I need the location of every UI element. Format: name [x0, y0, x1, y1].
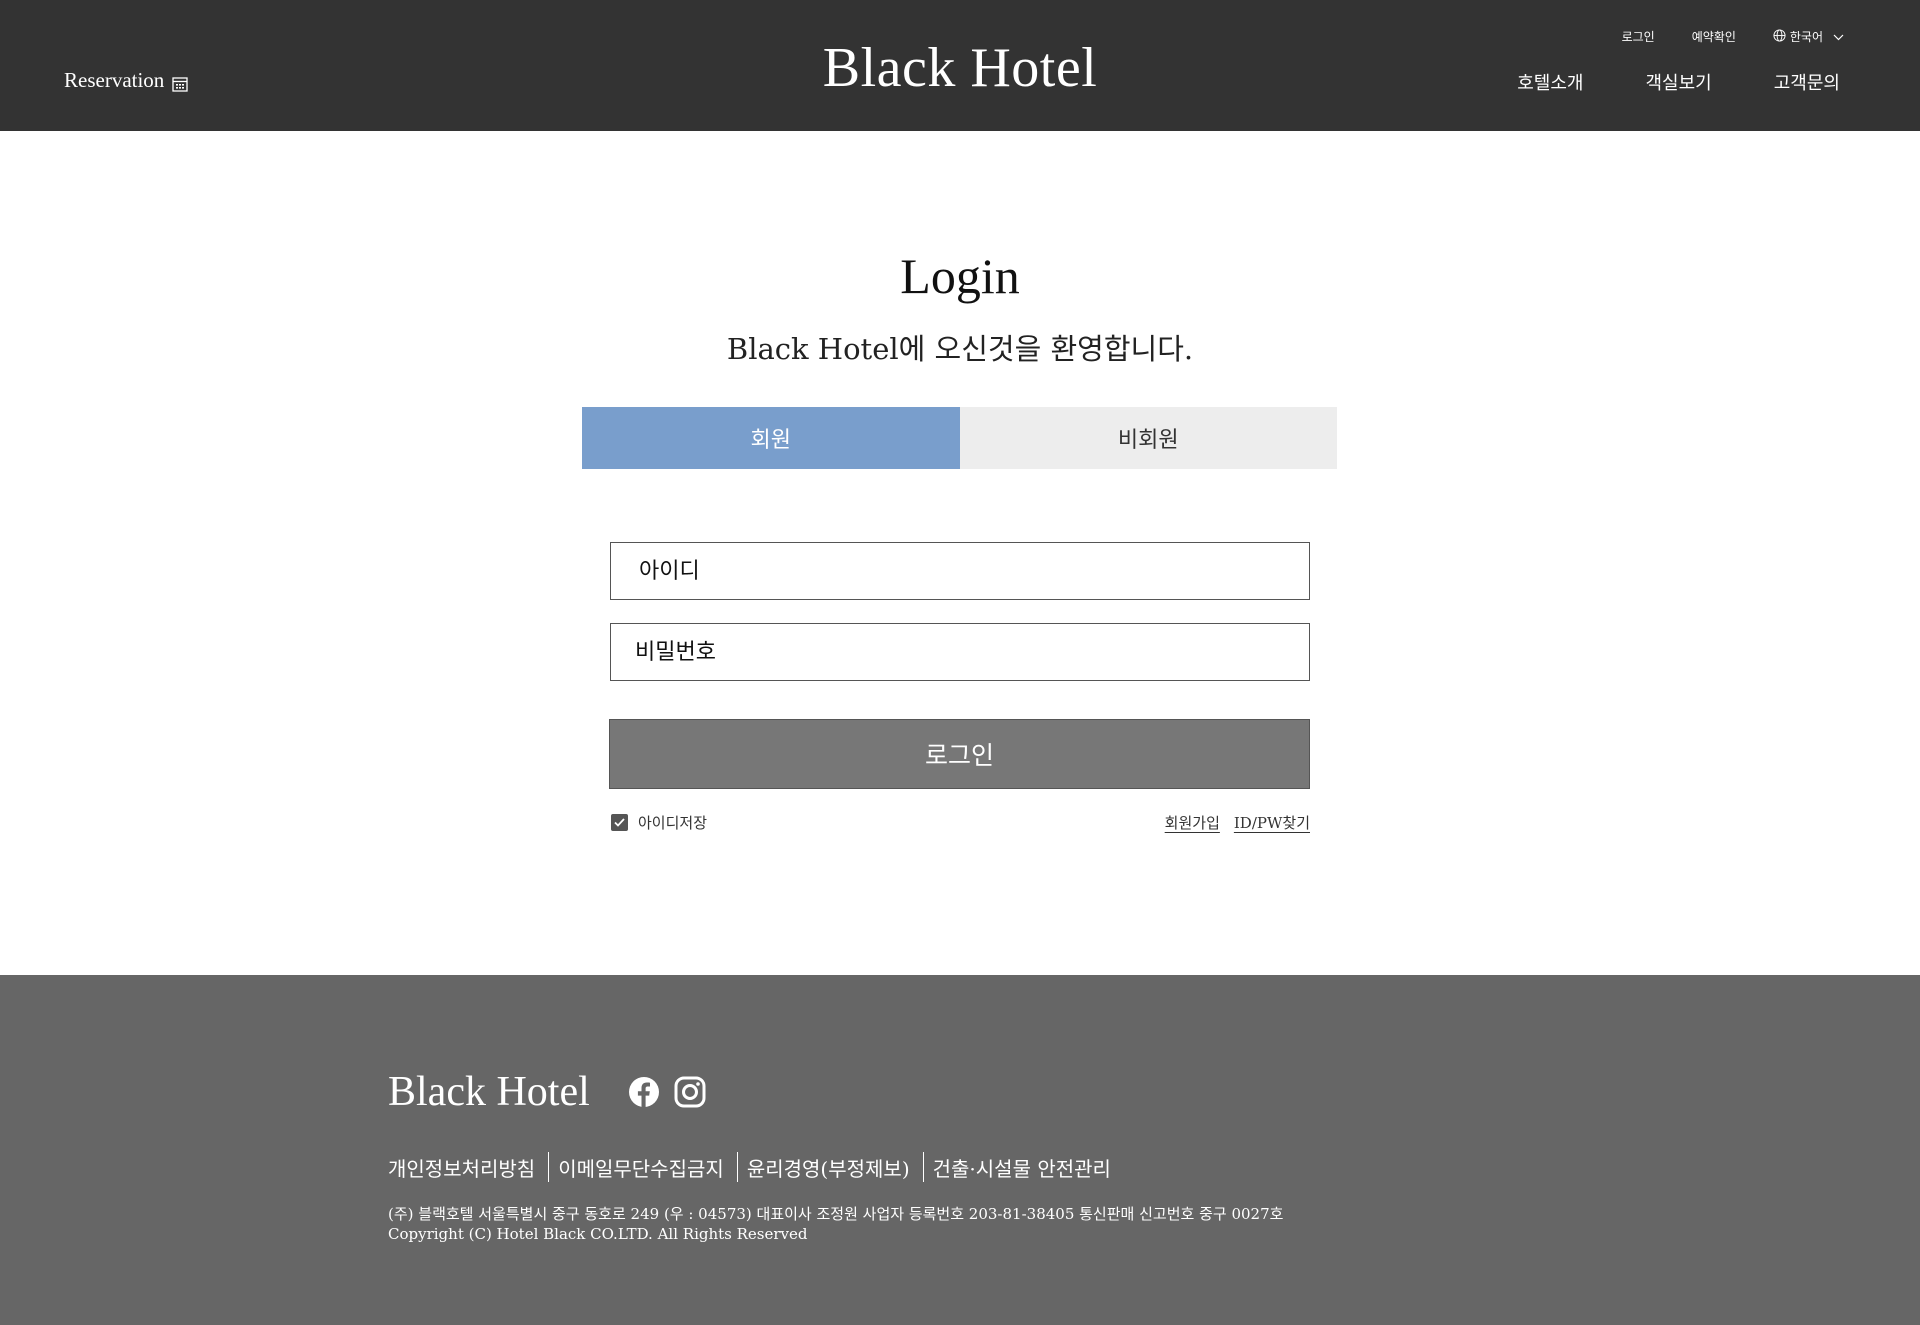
login-button[interactable]: 로그인: [609, 719, 1310, 789]
site-footer: Black Hotel 개인정보처리방침 이메일무단수집금지 윤리경영(부정제보…: [0, 975, 1920, 1325]
checkbox-checked-icon: [611, 814, 628, 831]
nav-item-hotel-intro[interactable]: 호텔소개: [1517, 69, 1583, 95]
save-id-label: 아이디저장: [638, 814, 708, 832]
account-links: 회원가입 ID/PW찾기: [1165, 812, 1310, 833]
divider: [736, 1152, 738, 1182]
login-tabs: 회원 비회원: [582, 407, 1337, 469]
footer-link-ethics[interactable]: 윤리경영(부정제보): [747, 1153, 910, 1182]
company-info: (주) 블랙호텔 서울특별시 중구 동호로 249 (우 : 04573) 대표…: [388, 1204, 1283, 1244]
find-id-pw-link[interactable]: ID/PW찾기: [1234, 812, 1310, 833]
signup-link[interactable]: 회원가입: [1165, 812, 1220, 833]
util-reservation-check-link[interactable]: 예약확인: [1692, 28, 1736, 45]
chevron-down-icon: [1833, 30, 1844, 44]
instagram-icon[interactable]: [674, 1076, 706, 1112]
footer-logo: Black Hotel: [388, 1069, 590, 1115]
login-section: Login Black Hotel에 오신것을 환영합니다. 회원 비회원 로그…: [0, 131, 1920, 976]
nav-item-rooms[interactable]: 객실보기: [1646, 69, 1712, 95]
language-selector[interactable]: 한국어: [1773, 28, 1844, 45]
password-input[interactable]: [610, 623, 1310, 681]
language-label: 한국어: [1789, 30, 1823, 44]
footer-link-email-policy[interactable]: 이메일무단수집금지: [558, 1153, 724, 1182]
save-id-checkbox[interactable]: 아이디저장: [611, 812, 707, 833]
social-links: [628, 1076, 706, 1112]
globe-icon: [1773, 28, 1786, 45]
util-login-link[interactable]: 로그인: [1622, 28, 1655, 45]
footer-link-privacy[interactable]: 개인정보처리방침: [388, 1153, 535, 1182]
footer-policy-links: 개인정보처리방침 이메일무단수집금지 윤리경영(부정제보) 건출·시설물 안전관…: [388, 1152, 1111, 1182]
divider: [548, 1152, 550, 1182]
divider: [922, 1152, 924, 1182]
main-nav: 호텔소개 객실보기 고객문의: [1517, 69, 1840, 95]
tab-member[interactable]: 회원: [582, 407, 960, 469]
facebook-icon[interactable]: [628, 1076, 660, 1112]
tab-non-member[interactable]: 비회원: [959, 407, 1337, 469]
id-input[interactable]: [610, 542, 1310, 600]
company-address: (주) 블랙호텔 서울특별시 중구 동호로 249 (우 : 04573) 대표…: [388, 1205, 1284, 1223]
utility-menu: 로그인 예약확인 한국어: [1622, 28, 1844, 45]
copyright-text: Copyright (C) Hotel Black CO.LTD. All Ri…: [388, 1225, 808, 1243]
welcome-text: Black Hotel에 오신것을 환영합니다.: [726, 332, 1194, 366]
footer-link-facility-safety[interactable]: 건출·시설물 안전관리: [933, 1153, 1111, 1182]
site-header: Reservation Black Hotel 로그인 예약확인 한국어 호텔소…: [0, 0, 1920, 131]
page-title: Login: [900, 248, 1020, 304]
nav-item-customer-inquiry[interactable]: 고객문의: [1774, 69, 1840, 95]
